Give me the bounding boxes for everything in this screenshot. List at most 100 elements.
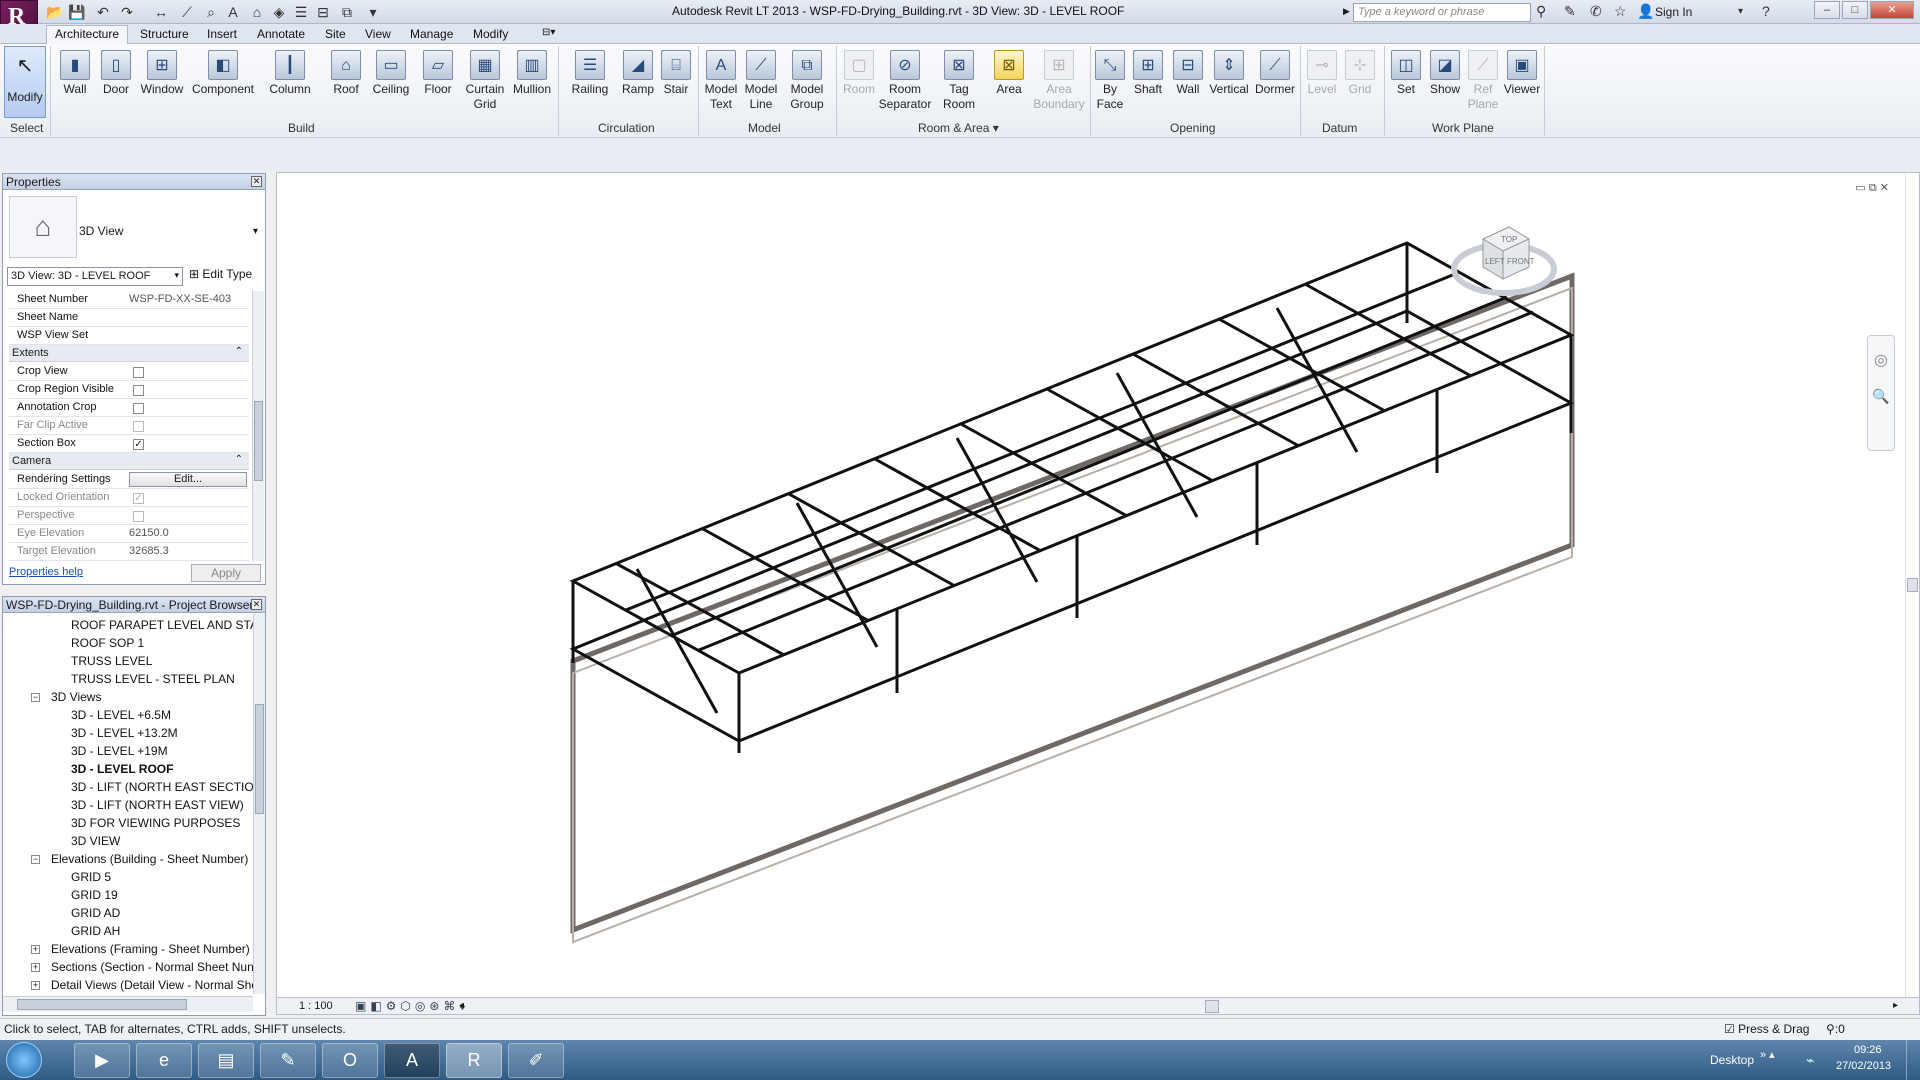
locked-orientation-checkbox[interactable]: ✓ [133, 493, 144, 504]
type-selector-dropdown-icon[interactable]: ▾ [253, 226, 258, 237]
annotation-crop-checkbox[interactable] [133, 403, 144, 414]
camera-group[interactable]: Camera ⌃ [9, 453, 249, 470]
prop-section-box[interactable]: Section Box ✓ [9, 435, 249, 453]
prop-eye-elevation[interactable]: Eye Elevation 62150.0 [9, 525, 249, 543]
tag-room-button[interactable]: ⊠ Tag Room [936, 50, 982, 112]
area-button[interactable]: ⊠ Area [988, 50, 1030, 97]
redo-icon[interactable]: ↷ [116, 2, 138, 22]
tree-item[interactable]: TRUSS LEVEL [71, 654, 152, 668]
curtain-grid-button[interactable]: ▦ Curtain Grid [462, 50, 508, 112]
search-expand-icon[interactable]: ▶ [1343, 6, 1350, 17]
grid-button[interactable]: ⊹ Grid [1340, 50, 1380, 97]
tree-item[interactable]: GRID 5 [71, 870, 111, 884]
prop-perspective[interactable]: Perspective [9, 507, 249, 525]
save-icon[interactable]: 💾 [66, 2, 88, 22]
vertical-button[interactable]: ⇕ Vertical [1206, 50, 1252, 97]
door-button[interactable]: ▯ Door [94, 50, 138, 97]
view-selector[interactable]: 3D View: 3D - LEVEL ROOF ▾ [7, 267, 183, 286]
desktop-toolbar[interactable]: Desktop [1710, 1053, 1754, 1067]
tag-icon[interactable]: ⌕ [200, 2, 222, 22]
tree-item[interactable]: GRID AH [71, 924, 120, 938]
tree-item[interactable]: ROOF SOP 1 [71, 636, 144, 650]
component-button[interactable]: ◧ Component [188, 50, 258, 97]
view-cube-top[interactable]: TOP [1501, 235, 1517, 244]
by-face-button[interactable]: ⤡ By Face [1090, 50, 1130, 112]
3d-viewport[interactable]: ▭ ⧉ ✕ TOP LEFT FRONT ◎ 🔍 [276, 172, 1920, 998]
tab-annotate[interactable]: Annotate [257, 27, 305, 41]
ribbon-minimize-icon[interactable]: ⊟▾ [542, 27, 555, 38]
prop-locked-orientation[interactable]: Locked Orientation ✓ [9, 489, 249, 507]
steel-frame-model[interactable] [277, 173, 1920, 999]
collapse-node-icon[interactable]: − [31, 693, 40, 702]
selection-filter[interactable]: ⚲:0 [1826, 1022, 1845, 1036]
area-boundary-button[interactable]: ⊞ Area Boundary [1032, 50, 1086, 112]
panel-expand-icon[interactable]: ▾ [993, 121, 999, 135]
level-button[interactable]: ⊸ Level [1302, 50, 1342, 97]
expand-node-icon[interactable]: + [31, 945, 40, 954]
tab-structure[interactable]: Structure [140, 27, 189, 41]
binoculars-icon[interactable]: ⚲ [1536, 3, 1546, 20]
model-line-button[interactable]: ⟋ Model Line [740, 50, 782, 112]
viewport-vscrollbar[interactable] [1905, 173, 1919, 997]
expand-node-icon[interactable]: + [31, 981, 40, 990]
tree-item[interactable]: 3D - LIFT (NORTH EAST SECTIONA [71, 780, 253, 794]
view-scale[interactable]: 1 : 100 [299, 1000, 333, 1012]
tab-manage[interactable]: Manage [410, 27, 453, 41]
clock-date[interactable]: 27/02/2013 [1836, 1060, 1891, 1072]
prop-annotation-crop[interactable]: Annotation Crop [9, 399, 249, 417]
prop-sheet-name[interactable]: Sheet Name [9, 309, 249, 327]
text-icon[interactable]: A [222, 2, 244, 22]
tab-site[interactable]: Site [325, 27, 346, 41]
browser-scrollbar[interactable] [253, 614, 265, 994]
prop-far-clip-active[interactable]: Far Clip Active [9, 417, 249, 435]
help-icon[interactable]: ? [1762, 3, 1770, 19]
column-button[interactable]: ┃ Column [264, 50, 316, 97]
tree-item-active[interactable]: 3D - LEVEL ROOF [71, 762, 173, 776]
window-button[interactable]: ⊞ Window [139, 50, 185, 97]
perspective-checkbox[interactable] [133, 511, 144, 522]
shaft-button[interactable]: ⊞ Shaft [1128, 50, 1168, 97]
tree-item[interactable]: 3D - LEVEL +6.5M [71, 708, 171, 722]
tree-group-3d-views[interactable]: 3D Views [51, 690, 101, 704]
model-text-button[interactable]: A Model Text [700, 50, 742, 112]
expand-node-icon[interactable]: + [31, 963, 40, 972]
show-desktop-button[interactable] [1906, 1040, 1920, 1080]
autocad-lt-icon[interactable]: A [384, 1043, 440, 1078]
browser-hscrollbar[interactable] [3, 996, 253, 1012]
ceiling-button[interactable]: ▭ Ceiling [368, 50, 414, 97]
sign-in-link[interactable]: Sign In [1655, 5, 1692, 19]
scroll-left-icon[interactable]: ◂ [459, 1000, 464, 1011]
tree-item[interactable]: TRUSS LEVEL - STEEL PLAN [71, 672, 235, 686]
communication-icon[interactable]: ✆ [1590, 3, 1602, 20]
tray-expand-icon[interactable]: » ▴ [1760, 1048, 1775, 1061]
prop-crop-region-visible[interactable]: Crop Region Visible [9, 381, 249, 399]
qat-dropdown-icon[interactable]: ▾ [362, 2, 384, 22]
paint-icon[interactable]: ✐ [508, 1043, 564, 1078]
sign-in-dropdown-icon[interactable]: ▾ [1738, 6, 1743, 17]
tab-insert[interactable]: Insert [207, 27, 237, 41]
tab-modify[interactable]: Modify [473, 27, 508, 41]
dimension-icon[interactable]: ⟋ [176, 2, 198, 22]
maximize-button[interactable]: □ [1842, 1, 1868, 19]
tree-group-sections[interactable]: Sections (Section - Normal Sheet Nun [51, 960, 253, 974]
close-hidden-icon[interactable]: ⊟ [312, 2, 334, 22]
viewer-button[interactable]: ▣ Viewer [1500, 50, 1544, 97]
prop-view-set[interactable]: WSP View Set [9, 327, 249, 345]
revit-lt-icon[interactable]: R [446, 1043, 502, 1078]
subscription-icon[interactable]: ✎ [1564, 3, 1576, 20]
roof-button[interactable]: ⌂ Roof [324, 50, 368, 97]
stair-button[interactable]: ⌸ Stair [654, 50, 698, 97]
close-properties-icon[interactable]: ✕ [251, 176, 262, 187]
open-icon[interactable]: 📂 [44, 2, 66, 22]
search-input[interactable]: Type a keyword or phrase [1353, 3, 1531, 22]
tree-item[interactable]: GRID AD [71, 906, 120, 920]
properties-scrollbar[interactable] [252, 291, 264, 561]
tree-item[interactable]: 3D VIEW [71, 834, 120, 848]
press-drag-toggle[interactable]: ☑ Press & Drag [1724, 1022, 1809, 1036]
floor-button[interactable]: ▱ Floor [416, 50, 460, 97]
prop-target-elevation[interactable]: Target Elevation 32685.3 [9, 543, 249, 561]
tree-item[interactable]: 3D - LEVEL +19M [71, 744, 168, 758]
media-player-icon[interactable]: ▶ [74, 1043, 130, 1078]
file-explorer-icon[interactable]: ▤ [198, 1043, 254, 1078]
set-button[interactable]: ◫ Set [1386, 50, 1426, 97]
